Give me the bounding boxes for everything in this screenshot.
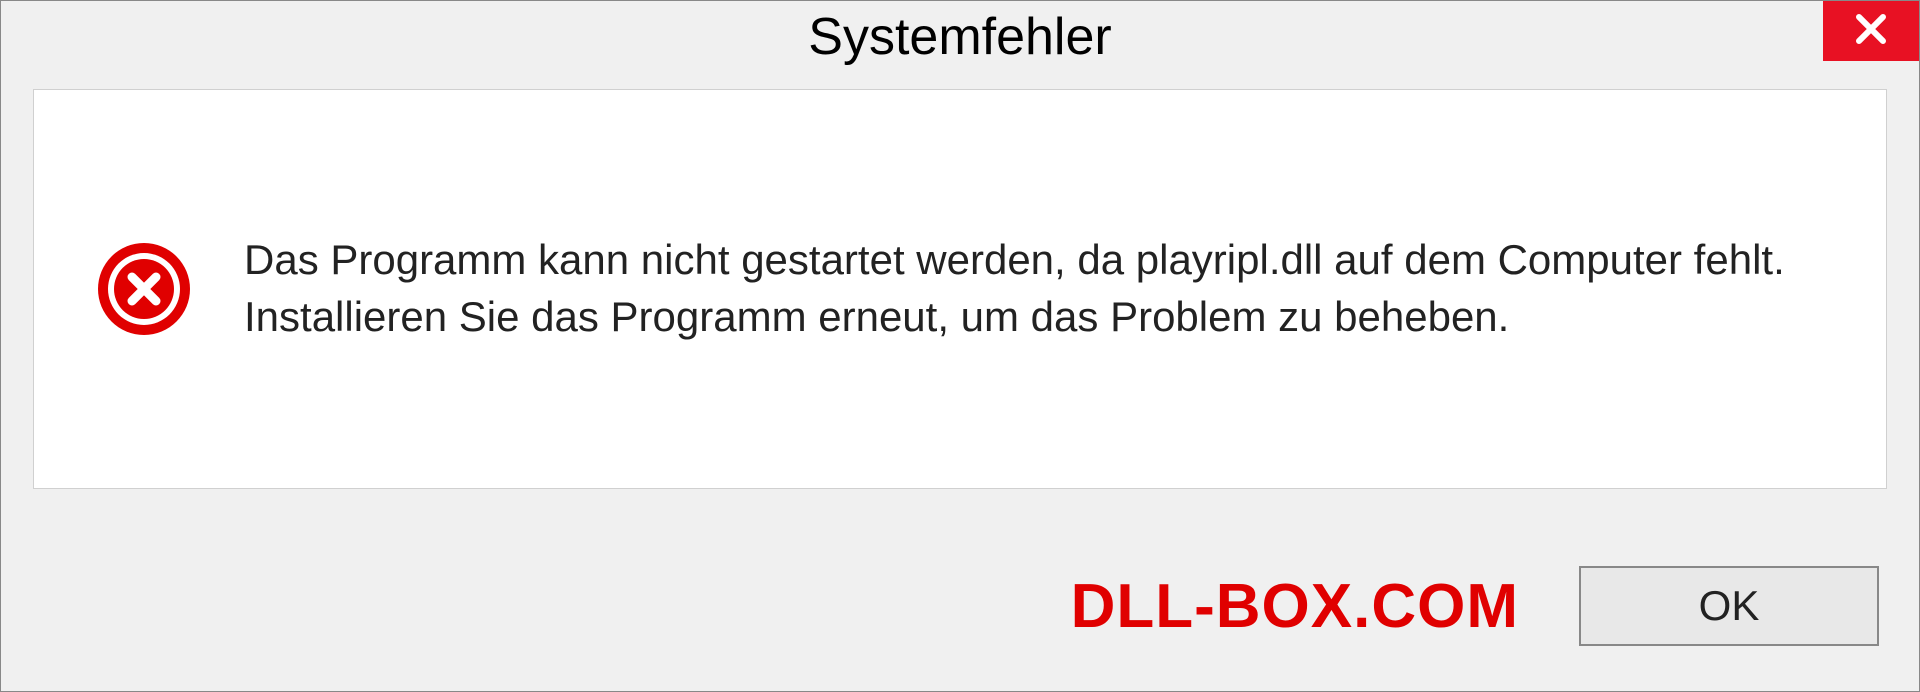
watermark-text: DLL-BOX.COM bbox=[1071, 571, 1519, 642]
dialog-title: Systemfehler bbox=[808, 7, 1111, 67]
titlebar: Systemfehler bbox=[1, 1, 1919, 73]
close-icon bbox=[1853, 11, 1889, 52]
close-button[interactable] bbox=[1823, 1, 1919, 61]
error-dialog: Systemfehler Das Programm kann nicht ges… bbox=[0, 0, 1920, 692]
error-icon bbox=[94, 239, 194, 339]
ok-button[interactable]: OK bbox=[1579, 566, 1879, 646]
error-message: Das Programm kann nicht gestartet werden… bbox=[244, 232, 1826, 345]
dialog-footer: DLL-BOX.COM OK bbox=[1, 521, 1919, 691]
content-panel: Das Programm kann nicht gestartet werden… bbox=[33, 89, 1887, 489]
